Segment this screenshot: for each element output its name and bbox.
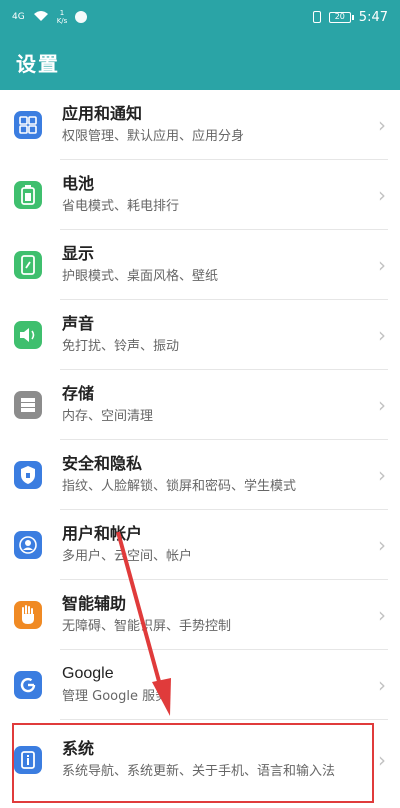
item-subtitle: 省电模式、耗电排行 — [62, 199, 180, 214]
display-icon — [14, 251, 42, 279]
status-bar: 4G 1 K/s 20 5:47 — [0, 0, 400, 34]
signal-indicator: 4G — [12, 12, 25, 22]
item-subtitle: 护眼模式、桌面风格、壁纸 — [62, 269, 219, 284]
item-subtitle: 管理 Google 服务 — [62, 689, 169, 704]
chevron-right-icon: › — [378, 183, 386, 207]
chevron-right-icon: › — [378, 673, 386, 697]
app-bar: 设置 — [0, 34, 400, 90]
settings-item-apps[interactable]: 应用和通知 权限管理、默认应用、应用分身 › — [0, 90, 400, 160]
settings-item-smart-assist[interactable]: 智能辅助 无障碍、智能识屏、手势控制 › — [0, 580, 400, 650]
item-title: 安全和隐私 — [62, 454, 143, 473]
item-subtitle: 多用户、云空间、帐户 — [62, 549, 193, 564]
user-account-icon — [14, 531, 42, 559]
item-title: 用户和帐户 — [62, 524, 143, 543]
system-info-icon — [14, 746, 42, 774]
item-subtitle: 内存、空间清理 — [62, 409, 154, 424]
item-title: 显示 — [62, 244, 95, 263]
sound-icon — [14, 321, 42, 349]
notification-icon — [75, 11, 88, 23]
chevron-right-icon: › — [378, 463, 386, 487]
apps-grid-icon — [14, 111, 42, 139]
settings-item-accounts[interactable]: 用户和帐户 多用户、云空间、帐户 › — [0, 510, 400, 580]
chevron-right-icon: › — [378, 393, 386, 417]
chevron-right-icon: › — [378, 533, 386, 557]
settings-item-storage[interactable]: 存储 内存、空间清理 › — [0, 370, 400, 440]
settings-item-display[interactable]: 显示 护眼模式、桌面风格、壁纸 › — [0, 230, 400, 300]
page-title: 设置 — [16, 51, 60, 76]
item-title: 系统 — [62, 739, 95, 758]
hand-assist-icon — [14, 601, 42, 629]
chevron-right-icon: › — [378, 603, 386, 627]
item-subtitle: 指纹、人脸解锁、锁屏和密码、学生模式 — [62, 479, 297, 494]
chevron-right-icon: › — [378, 748, 386, 772]
battery-indicator: 20 — [328, 11, 354, 23]
chevron-right-icon: › — [378, 113, 386, 137]
item-subtitle: 无障碍、智能识屏、手势控制 — [62, 619, 232, 634]
settings-item-sound[interactable]: 声音 免打扰、铃声、振动 › — [0, 300, 400, 370]
item-subtitle: 系统导航、系统更新、关于手机、语言和输入法 — [62, 764, 336, 779]
chevron-right-icon: › — [378, 323, 386, 347]
battery-icon — [14, 181, 42, 209]
item-title: 电池 — [62, 174, 95, 193]
item-title: Google — [62, 665, 114, 682]
network-speed-value: 1 — [59, 9, 65, 17]
settings-item-google[interactable]: Google 管理 Google 服务 › — [0, 650, 400, 720]
settings-list: 应用和通知 权限管理、默认应用、应用分身 › 电池 省电模式、耗电排行 › 显示… — [0, 90, 400, 800]
network-speed-unit: K/s — [56, 17, 68, 25]
clock: 5:47 — [358, 9, 388, 25]
item-title: 智能辅助 — [62, 594, 127, 613]
vibrate-icon — [312, 11, 321, 23]
item-subtitle: 权限管理、默认应用、应用分身 — [62, 129, 245, 144]
settings-item-system[interactable]: 系统 系统导航、系统更新、关于手机、语言和输入法 › — [0, 720, 400, 800]
security-shield-icon — [14, 461, 42, 489]
storage-icon — [14, 391, 42, 419]
settings-item-battery[interactable]: 电池 省电模式、耗电排行 › — [0, 160, 400, 230]
item-title: 应用和通知 — [62, 104, 143, 123]
item-title: 声音 — [62, 314, 95, 333]
chevron-right-icon: › — [378, 253, 386, 277]
item-subtitle: 免打扰、铃声、振动 — [62, 339, 180, 354]
wifi-icon — [33, 10, 49, 25]
item-title: 存储 — [62, 384, 95, 403]
settings-item-security[interactable]: 安全和隐私 指纹、人脸解锁、锁屏和密码、学生模式 › — [0, 440, 400, 510]
google-icon — [14, 671, 42, 699]
network-speed: 1 K/s — [57, 9, 68, 25]
